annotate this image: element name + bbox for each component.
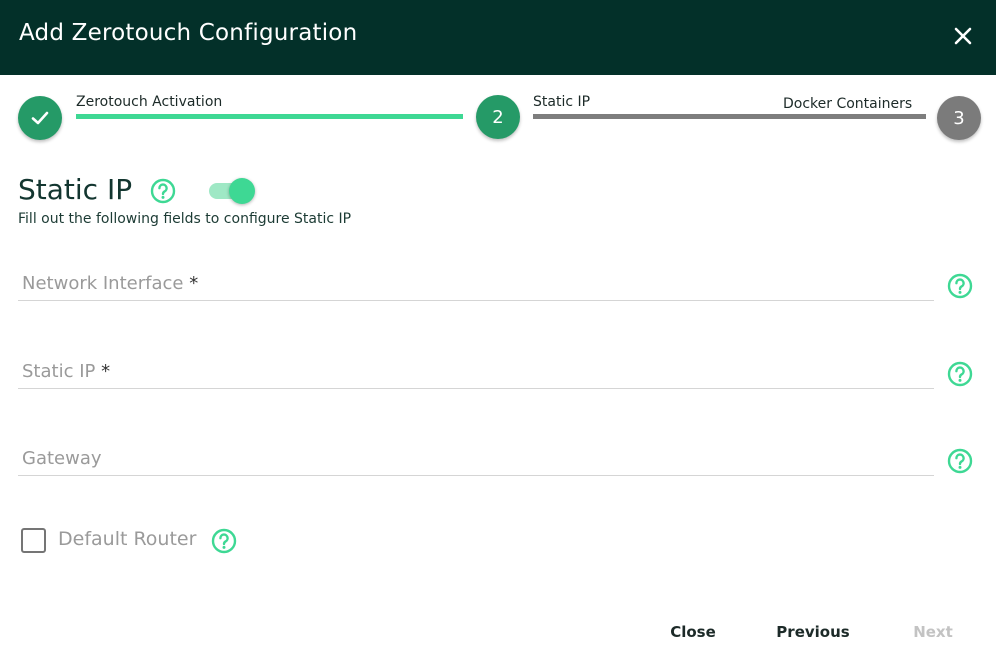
network-interface-input[interactable]: [18, 261, 934, 300]
dialog-title: Add Zerotouch Configuration: [19, 20, 358, 46]
gateway-help-icon[interactable]: [946, 447, 974, 475]
static-ip-toggle[interactable]: [209, 178, 255, 204]
network-interface-field[interactable]: Network Interface *: [18, 261, 934, 301]
step-1-connector: [76, 114, 463, 119]
step-2-connector: [533, 114, 926, 119]
step-2-label: Static IP: [533, 94, 591, 110]
step-2-number: 2: [492, 106, 504, 128]
step-1-indicator: [18, 96, 62, 140]
toggle-thumb: [229, 178, 255, 204]
default-router-help-icon[interactable]: [210, 527, 238, 555]
section-title: Static IP: [18, 173, 133, 206]
step-3-number: 3: [953, 107, 965, 129]
check-icon: [31, 111, 49, 125]
close-icon[interactable]: [948, 21, 978, 51]
close-button[interactable]: Close: [660, 618, 726, 646]
step-3-label: Docker Containers: [783, 96, 913, 112]
gateway-field[interactable]: Gateway: [18, 436, 934, 476]
help-icon[interactable]: [149, 177, 177, 205]
static-ip-field[interactable]: Static IP *: [18, 349, 934, 389]
next-button[interactable]: Next: [905, 618, 961, 646]
step-1-label: Zerotouch Activation: [76, 94, 223, 110]
section-subtitle: Fill out the following fields to configu…: [18, 211, 352, 227]
previous-button[interactable]: Previous: [772, 618, 854, 646]
static-ip-help-icon[interactable]: [946, 360, 974, 388]
step-3-indicator: 3: [937, 96, 981, 140]
step-2-indicator: 2: [476, 95, 520, 139]
network-interface-help-icon[interactable]: [946, 272, 974, 300]
dialog-header: Add Zerotouch Configuration: [0, 0, 996, 75]
default-router-checkbox[interactable]: [21, 528, 46, 553]
gateway-input[interactable]: [18, 436, 934, 475]
default-router-label: Default Router: [58, 528, 197, 550]
static-ip-input[interactable]: [18, 349, 934, 388]
